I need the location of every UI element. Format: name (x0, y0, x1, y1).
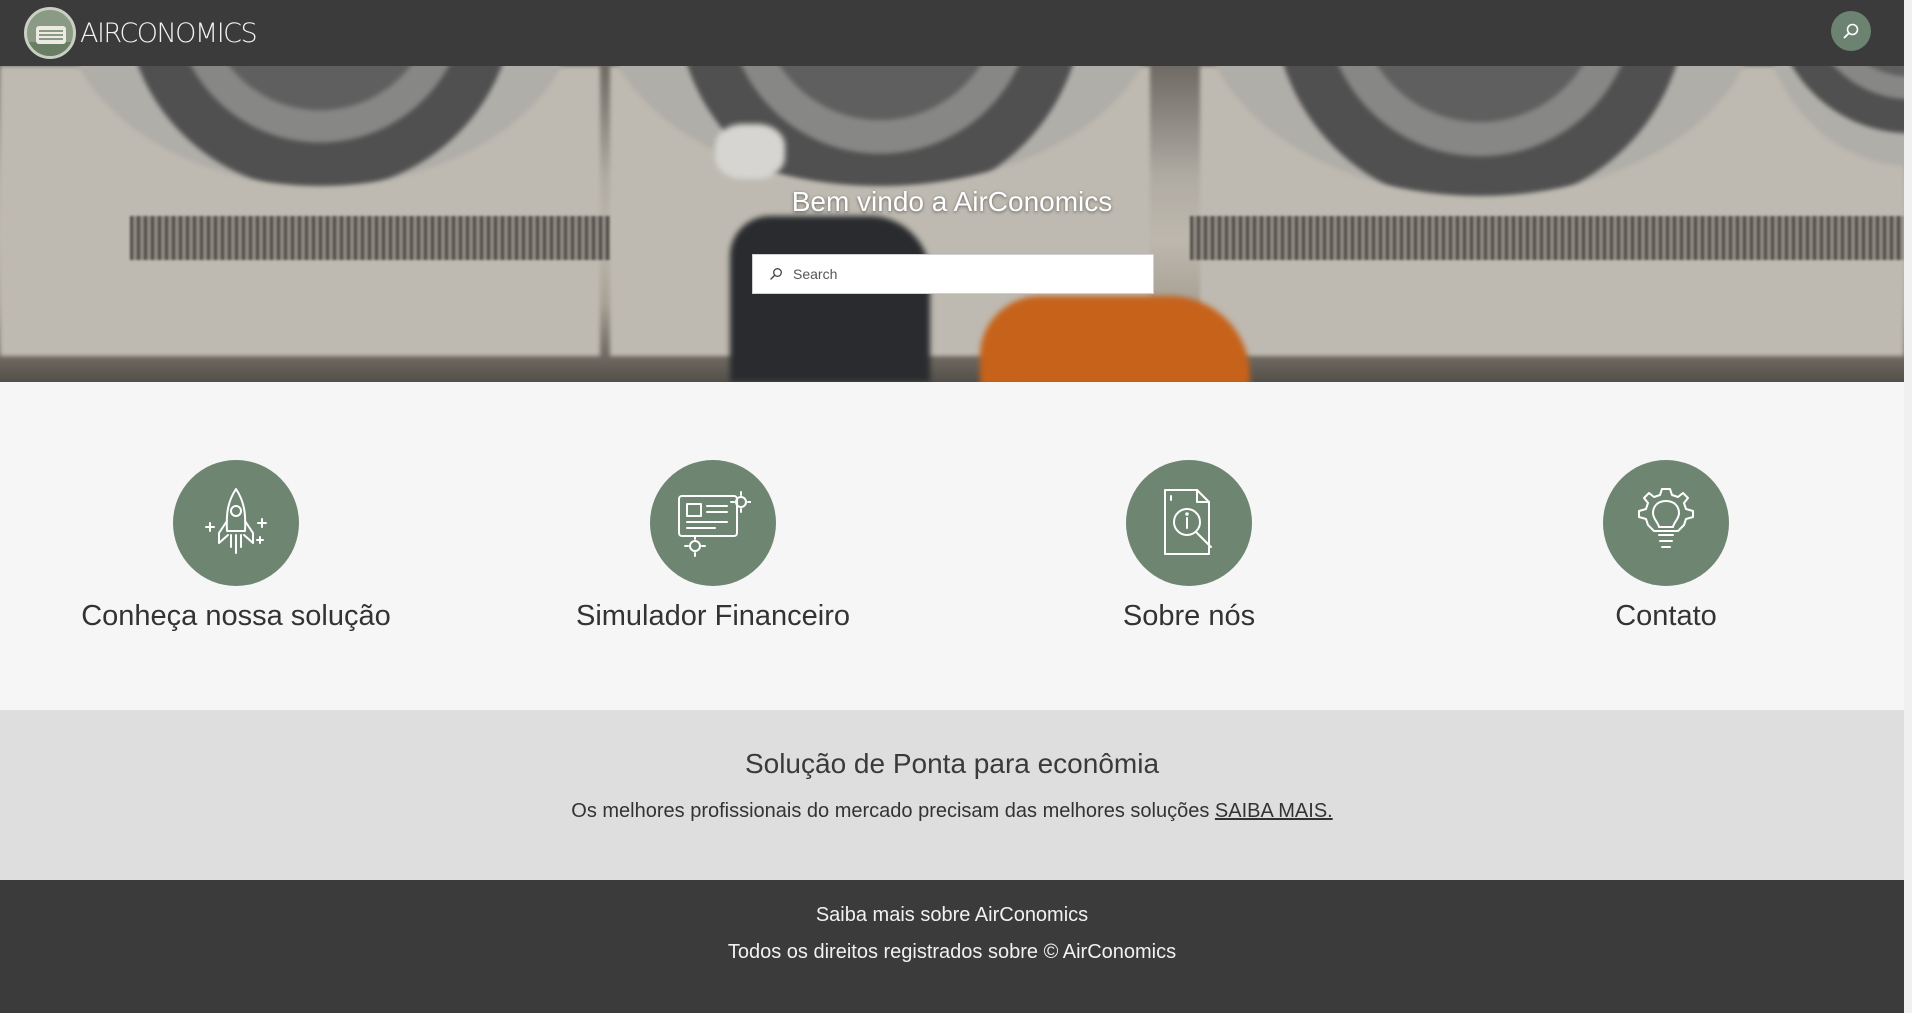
logo-icon (24, 7, 76, 59)
card-icon-circle (650, 460, 776, 586)
footer: Saiba mais sobre AirConomics Todos os di… (0, 880, 1904, 1013)
saiba-mais-link[interactable]: SAIBA MAIS. (1215, 800, 1333, 822)
card-about-us[interactable]: Sobre nós (1009, 460, 1369, 633)
footer-copyright: Todos os direitos registrados sobre © Ai… (727, 941, 1177, 963)
card-label: Sobre nós (1122, 600, 1256, 632)
card-icon-circle (1126, 460, 1252, 586)
promo-text-line: Os melhores profissionais do mercado pre… (0, 800, 1904, 823)
header-search-button[interactable] (1831, 11, 1871, 51)
promo-text: Os melhores profissionais do mercado pre… (571, 800, 1210, 822)
hero-search-box[interactable] (752, 254, 1154, 294)
card-icon-circle (1603, 460, 1729, 586)
hero-title: Bem vindo a AirConomics (791, 186, 1113, 217)
calculator-gear-icon (678, 491, 751, 557)
brand-name: AIRCONOMICS (80, 17, 258, 49)
top-navbar: AIRCONOMICS (0, 0, 1904, 66)
card-solution[interactable]: Conheça nossa solução (56, 460, 416, 633)
lightbulb-gear-icon (1638, 488, 1694, 548)
card-label: Contato (1615, 600, 1717, 632)
card-label: Conheça nossa solução (81, 600, 391, 632)
card-financial-simulator[interactable]: Simulador Financeiro (533, 460, 893, 633)
page-scrollbar[interactable] (1904, 0, 1912, 1013)
card-label: Simulador Financeiro (575, 600, 850, 632)
hero-search-input[interactable] (793, 266, 1133, 282)
footer-about-link[interactable]: Saiba mais sobre AirConomics (0, 904, 1904, 927)
document-info-icon (1164, 489, 1212, 555)
search-icon (1843, 23, 1859, 39)
brand-logo[interactable]: AIRCONOMICS (24, 7, 258, 59)
feature-cards: Conheça nossa solução Simulador Financei… (0, 382, 1904, 710)
card-icon-circle (173, 460, 299, 586)
promo-title: Solução de Ponta para econômia (744, 748, 1160, 779)
search-icon (770, 268, 782, 280)
promo-section: Solução de Ponta para econômia Os melhor… (0, 710, 1904, 880)
rocket-icon (205, 488, 267, 554)
card-contact[interactable]: Contato (1486, 460, 1846, 633)
hero-banner (0, 66, 1904, 382)
